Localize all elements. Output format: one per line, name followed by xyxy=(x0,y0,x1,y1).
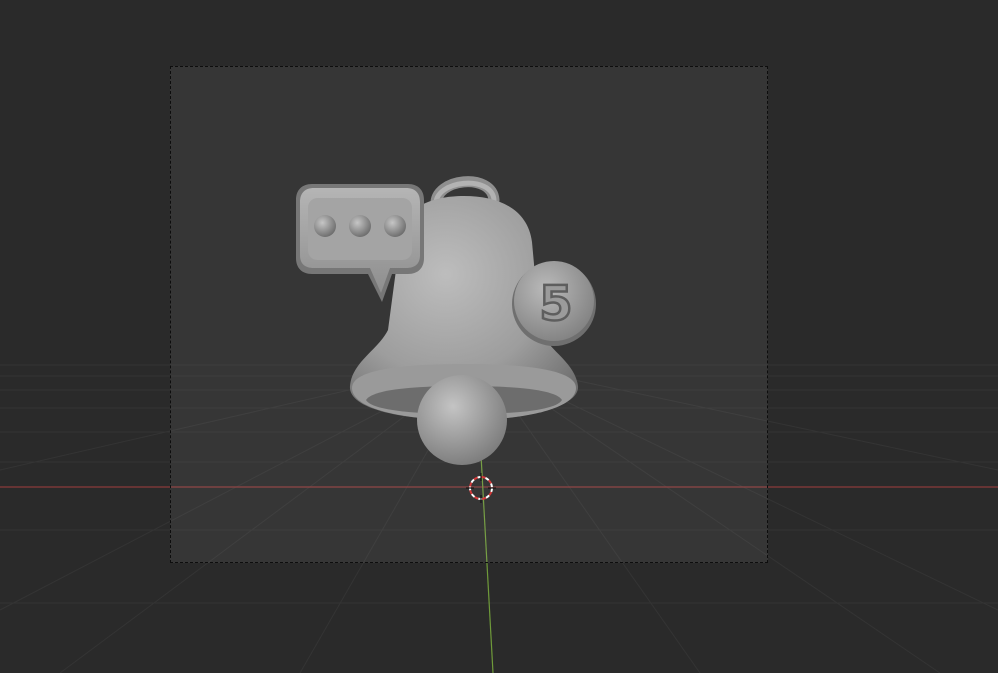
notification-bell-model[interactable]: 5 xyxy=(0,0,998,673)
bell-clapper xyxy=(417,375,507,465)
speech-dot-2 xyxy=(349,215,371,237)
speech-dot-1 xyxy=(314,215,336,237)
3d-cursor-icon[interactable] xyxy=(466,473,496,503)
speech-dot-3 xyxy=(384,215,406,237)
3d-viewport[interactable]: 5 xyxy=(0,0,998,673)
badge-number: 5 xyxy=(539,276,572,332)
